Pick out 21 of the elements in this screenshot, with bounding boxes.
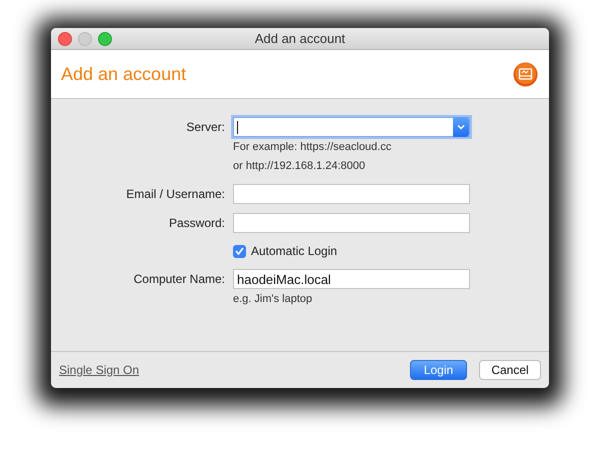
- input-field[interactable]: haodeiMac.local: [233, 269, 470, 289]
- input-field[interactable]: [233, 184, 470, 204]
- field-label: Server:: [186, 120, 225, 134]
- close-button[interactable]: [58, 32, 72, 46]
- field-label: Computer Name:: [134, 272, 225, 286]
- app-logo-icon: [513, 62, 538, 86]
- field-label: Password:: [168, 216, 225, 230]
- checkbox[interactable]: [233, 244, 246, 258]
- dialog-heading: Add an account: [61, 64, 186, 84]
- minimize-button[interactable]: [78, 32, 92, 46]
- checkbox-label[interactable]: Automatic Login: [251, 244, 338, 258]
- server-combo-box[interactable]: [233, 117, 470, 137]
- single-sign-on-link[interactable]: Single Sign On: [59, 362, 140, 376]
- field-label: Email / Username:: [126, 187, 225, 201]
- cancel-button[interactable]: Cancel: [479, 360, 541, 380]
- hint-text: For example: https://seacloud.cc: [233, 140, 392, 155]
- hint-text: e.g. Jim's laptop: [233, 292, 314, 307]
- password-field[interactable]: [233, 213, 470, 233]
- window-title: Add an account: [254, 31, 346, 46]
- zoom-button[interactable]: [98, 32, 112, 46]
- hint-text: or http://192.168.1.24:8000: [233, 159, 366, 174]
